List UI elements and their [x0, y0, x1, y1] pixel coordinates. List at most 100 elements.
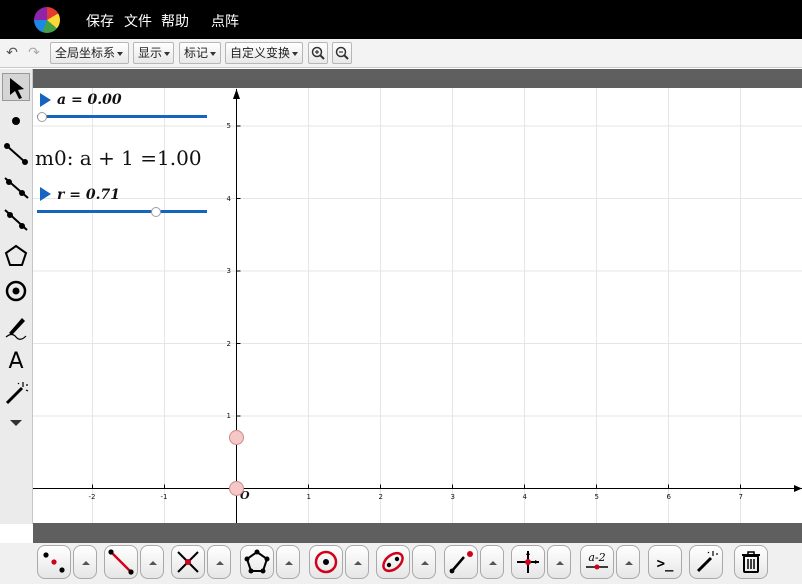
x-axis-arrow-icon: [794, 485, 802, 492]
y-tick-label: 5: [226, 122, 231, 130]
undo-icon[interactable]: ↶: [2, 42, 22, 64]
line-icon: [4, 209, 28, 231]
circle-tool-button[interactable]: [309, 545, 343, 579]
polygon-tool-button[interactable]: [240, 545, 274, 579]
point-tool[interactable]: [2, 107, 30, 135]
measurement-m0[interactable]: m0: a + 1 =1.00: [35, 146, 202, 170]
slider-r-knob[interactable]: [150, 207, 161, 217]
function-tool-icon: a-2: [586, 551, 608, 570]
conic-tool-icon: [382, 551, 404, 573]
polygon-tool-dropdown[interactable]: [276, 545, 300, 579]
menu-save[interactable]: 保存: [86, 11, 114, 31]
conic-tool-dropdown[interactable]: [412, 545, 436, 579]
axis-ticks: [92, 125, 741, 489]
intersect-tool-button[interactable]: [171, 545, 205, 579]
arrow-select-icon: [10, 78, 24, 99]
pen-tool[interactable]: [2, 312, 30, 340]
slider-r-label: r = 0.71: [57, 187, 120, 203]
points-tool-dropdown[interactable]: [73, 545, 97, 579]
menu-file[interactable]: 文件: [124, 11, 152, 31]
custom-transform-dropdown[interactable]: 自定义变换: [225, 42, 303, 64]
line-tool[interactable]: [2, 206, 30, 234]
zoom-in-icon: [311, 46, 325, 60]
redo-icon[interactable]: ↷: [24, 42, 44, 64]
magic-wand-tool[interactable]: [2, 379, 30, 407]
zoom-out-button[interactable]: [332, 42, 352, 64]
play-a-button[interactable]: [40, 93, 51, 107]
function-tool-dropdown[interactable]: [616, 545, 640, 579]
chevron-down-icon: [117, 51, 124, 56]
circle-tool-icon: [314, 550, 338, 574]
axis-tool-dropdown[interactable]: [547, 545, 571, 579]
x-tick-label: 2: [378, 492, 383, 501]
toolbar: ↶ ↷ 全局坐标系 显示 标记 自定义变换: [0, 39, 802, 68]
chevron-down-icon: [292, 51, 299, 56]
intersect-tool-icon: [177, 551, 199, 573]
axis-tool-button[interactable]: [511, 545, 545, 579]
slider-a-knob[interactable]: [37, 112, 47, 122]
play-r-button[interactable]: [40, 187, 51, 201]
x-tick-label: 4: [522, 492, 527, 501]
line-tool-dropdown[interactable]: [140, 545, 164, 579]
slider-r-track[interactable]: [37, 210, 207, 213]
circle-tool[interactable]: [2, 277, 30, 305]
axis-tool-icon: [517, 551, 539, 573]
polygon-tool-icon: [244, 549, 270, 574]
point-0[interactable]: [229, 429, 244, 445]
delete-button[interactable]: [734, 545, 768, 579]
command-tool-button[interactable]: >_: [648, 545, 682, 579]
text-tool[interactable]: A: [2, 345, 30, 374]
ray-tool[interactable]: [2, 173, 30, 201]
chevron-down-icon: [164, 51, 171, 56]
command-tool-label: >_: [657, 556, 674, 572]
drawing-canvas[interactable]: a = 0.00 m0: a + 1 =1.00 r = 0.71 -2 -1 1 2…: [33, 69, 802, 523]
point-1[interactable]: [229, 481, 244, 496]
segment-end-tool-icon: [449, 551, 473, 574]
x-tick-label: 3: [450, 492, 455, 501]
polygon-icon: [4, 244, 28, 266]
segment-end-tool-dropdown[interactable]: [480, 545, 504, 579]
x-tick-label: -2: [88, 492, 96, 501]
y-tick-label: 3: [226, 267, 231, 275]
grid-lines: [33, 69, 802, 523]
trash-icon: [742, 551, 760, 573]
coord-system-dropdown[interactable]: 全局坐标系: [50, 42, 129, 64]
magic-tool-button[interactable]: [689, 545, 723, 579]
slider-a-label: a = 0.00: [57, 92, 122, 108]
circle-icon: [5, 280, 27, 302]
tool-palette: A: [0, 69, 33, 524]
coord-system-label: 全局坐标系: [55, 46, 116, 60]
select-tool[interactable]: [2, 73, 30, 101]
svg-text:A: A: [8, 349, 23, 373]
menu-dotmatrix[interactable]: 点阵: [211, 11, 239, 31]
line-tool-icon: [108, 549, 134, 575]
geometry-app: 保存 文件 帮助 点阵 ↶ ↷ 全局坐标系 显示 标记 自定义变换 A a = …: [0, 0, 802, 584]
display-dropdown[interactable]: 显示: [133, 42, 174, 64]
menu-help[interactable]: 帮助: [161, 11, 189, 31]
zoom-in-button[interactable]: [308, 42, 328, 64]
circle-tool-dropdown[interactable]: [345, 545, 369, 579]
slider-a-track[interactable]: [37, 115, 207, 118]
more-tools-button[interactable]: [2, 409, 30, 437]
mark-dropdown[interactable]: 标记: [179, 42, 221, 64]
canvas-bottom-band: [33, 523, 802, 543]
intersect-tool-dropdown[interactable]: [207, 545, 231, 579]
segment-icon: [4, 143, 28, 165]
display-label: 显示: [138, 46, 163, 60]
points-tool-icon: [43, 552, 65, 573]
segment-tool[interactable]: [2, 140, 30, 168]
conic-tool-button[interactable]: [376, 545, 410, 579]
more-icon: [10, 420, 22, 426]
points-tool-button[interactable]: [37, 545, 71, 579]
x-tick-label: 5: [594, 492, 599, 501]
coordinate-grid: [33, 69, 802, 523]
pen-icon: [5, 318, 27, 340]
magic-tool-icon: [696, 551, 718, 573]
bottom-toolbar: a-2 >_: [0, 543, 802, 584]
x-tick-label: 7: [738, 492, 743, 501]
magic-wand-icon: [5, 382, 29, 405]
line-tool-button[interactable]: [104, 545, 138, 579]
segment-end-tool-button[interactable]: [444, 545, 478, 579]
function-tool-button[interactable]: a-2: [580, 545, 614, 579]
polygon-tool[interactable]: [2, 242, 30, 270]
